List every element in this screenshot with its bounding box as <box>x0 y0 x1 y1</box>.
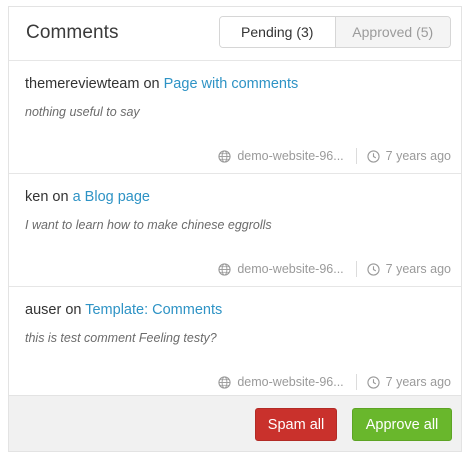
clock-icon <box>367 149 380 163</box>
comment-item: themereviewteam on Page with comments no… <box>9 61 461 174</box>
comment-text: this is test comment Feeling testy? <box>25 331 217 345</box>
comment-time: 7 years ago <box>367 375 451 389</box>
comment-site-label: demo-website-96... <box>237 149 344 163</box>
comment-page-link[interactable]: Template: Comments <box>85 302 222 318</box>
widget-footer: Spam all Approve all <box>9 395 461 451</box>
meta-divider <box>355 261 357 277</box>
comment-author[interactable]: auser <box>25 302 61 318</box>
comment-item: auser on Template: Comments this is test… <box>9 287 461 400</box>
widget-title: Comments <box>26 22 119 43</box>
comment-on-text: on <box>52 189 69 205</box>
meta-divider <box>355 374 357 390</box>
comment-time-label: 7 years ago <box>385 149 451 163</box>
comment-time-label: 7 years ago <box>385 375 451 389</box>
comment-page-link[interactable]: a Blog page <box>73 189 150 205</box>
comment-heading: ken on a Blog page <box>25 189 150 205</box>
comment-text: nothing useful to say <box>25 105 140 119</box>
comment-site[interactable]: demo-website-96... <box>218 262 344 276</box>
comment-on-text: on <box>65 302 82 318</box>
comment-text: I want to learn how to make chinese eggr… <box>25 218 272 232</box>
comment-site-label: demo-website-96... <box>237 262 344 276</box>
comment-site-label: demo-website-96... <box>237 375 344 389</box>
widget-header: Comments Pending (3) Approved (5) <box>9 7 461 61</box>
comment-site[interactable]: demo-website-96... <box>218 375 344 389</box>
approve-all-button[interactable]: Approve all <box>352 408 452 441</box>
comment-meta: demo-website-96... 7 years ago <box>218 148 451 164</box>
tab-approved[interactable]: Approved (5) <box>334 17 450 47</box>
status-tabs: Pending (3) Approved (5) <box>219 16 451 48</box>
comments-widget: Comments Pending (3) Approved (5) themer… <box>8 6 462 452</box>
clock-icon <box>367 262 380 276</box>
comment-page-link[interactable]: Page with comments <box>164 76 299 92</box>
comment-meta: demo-website-96... 7 years ago <box>218 374 451 390</box>
spam-all-button[interactable]: Spam all <box>255 408 337 441</box>
comment-time: 7 years ago <box>367 262 451 276</box>
comment-heading: themereviewteam on Page with comments <box>25 76 298 92</box>
tab-pending[interactable]: Pending (3) <box>220 17 335 47</box>
comment-meta: demo-website-96... 7 years ago <box>218 261 451 277</box>
comment-site[interactable]: demo-website-96... <box>218 149 344 163</box>
globe-icon <box>218 375 231 389</box>
globe-icon <box>218 149 231 163</box>
clock-icon <box>367 375 380 389</box>
meta-divider <box>355 148 357 164</box>
comment-item: ken on a Blog page I want to learn how t… <box>9 174 461 287</box>
comment-author[interactable]: themereviewteam <box>25 76 139 92</box>
comment-author[interactable]: ken <box>25 189 48 205</box>
comment-heading: auser on Template: Comments <box>25 302 222 318</box>
comment-time-label: 7 years ago <box>385 262 451 276</box>
comment-time: 7 years ago <box>367 149 451 163</box>
globe-icon <box>218 262 231 276</box>
comment-on-text: on <box>143 76 160 92</box>
